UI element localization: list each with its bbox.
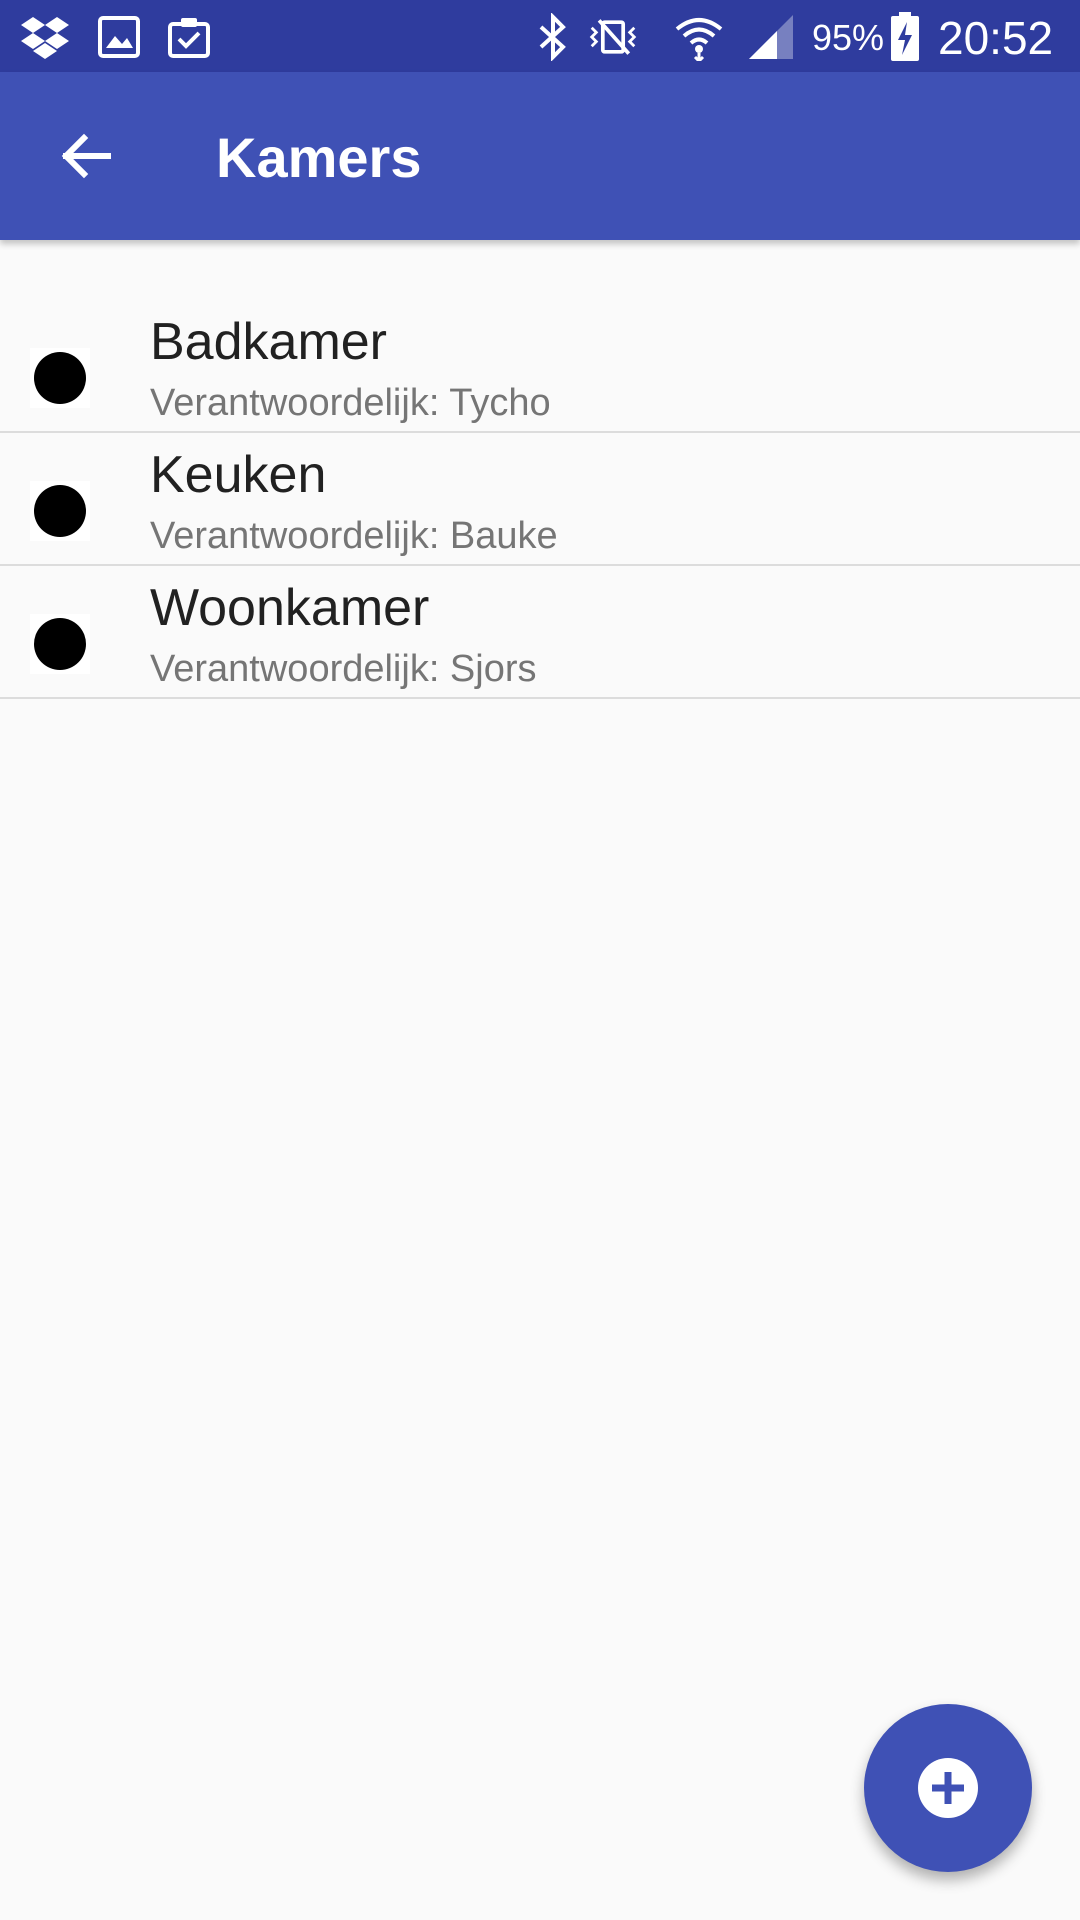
- add-room-button[interactable]: [864, 1704, 1032, 1872]
- dot-icon: [34, 352, 86, 404]
- back-button[interactable]: [46, 116, 126, 196]
- page-title: Kamers: [216, 126, 422, 189]
- clock: 20:52: [938, 12, 1054, 64]
- battery-charging-icon: [880, 12, 930, 62]
- signal-icon: [746, 12, 796, 62]
- room-responsible: Verantwoordelijk: Bauke: [150, 515, 558, 557]
- wifi-icon: [674, 12, 724, 62]
- clipboard-check-icon: [164, 12, 214, 62]
- room-responsible: Verantwoordelijk: Tycho: [150, 382, 551, 424]
- list-item[interactable]: Badkamer Verantwoordelijk: Tycho: [0, 300, 1080, 433]
- dot-icon: [34, 485, 86, 537]
- bluetooth-icon: [528, 12, 578, 62]
- room-color-indicator: [30, 614, 90, 674]
- screen: 95% 20:52 Kamers Badkamer Verantwoordeli…: [0, 0, 1080, 1920]
- status-bar: 95% 20:52: [0, 0, 1080, 72]
- arrow-back-icon: [61, 133, 111, 179]
- room-name: Badkamer: [150, 313, 387, 371]
- dropbox-icon: [20, 12, 70, 62]
- list-item[interactable]: Woonkamer Verantwoordelijk: Sjors: [0, 566, 1080, 699]
- app-bar: Kamers: [0, 72, 1080, 240]
- battery-percent: 95%: [812, 17, 885, 58]
- image-icon: [94, 12, 144, 62]
- dot-icon: [34, 618, 86, 670]
- add-circle-icon: [918, 1758, 978, 1818]
- room-name: Woonkamer: [150, 579, 430, 637]
- room-responsible: Verantwoordelijk: Sjors: [150, 648, 537, 690]
- room-name: Keuken: [150, 446, 327, 504]
- list-item[interactable]: Keuken Verantwoordelijk: Bauke: [0, 433, 1080, 566]
- room-color-indicator: [30, 481, 90, 541]
- room-list: Badkamer Verantwoordelijk: Tycho Keuken …: [0, 300, 1080, 699]
- room-color-indicator: [30, 348, 90, 408]
- vibrate-icon: [588, 12, 638, 62]
